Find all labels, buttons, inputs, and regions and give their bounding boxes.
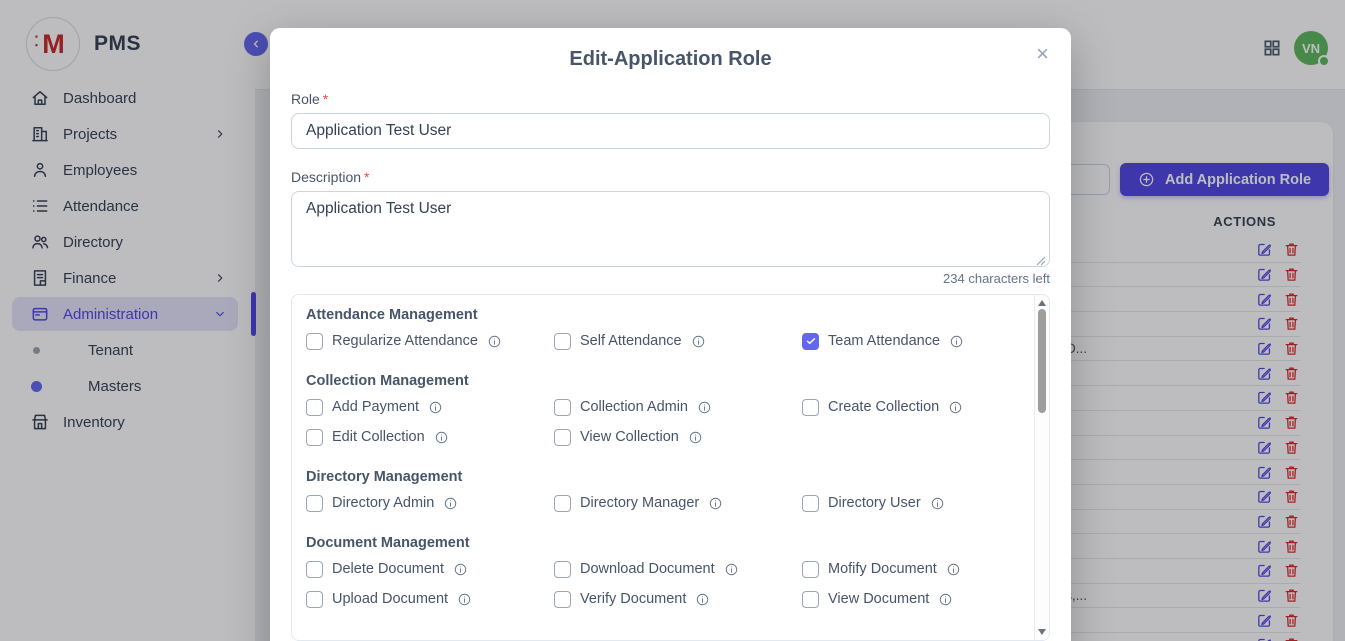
scrollbar-thumb[interactable] [1038, 309, 1046, 413]
permission-view-document[interactable]: View Document [802, 589, 1028, 609]
scroll-down-arrow-icon[interactable] [1038, 629, 1046, 635]
permission-create-collection[interactable]: Create Collection [802, 397, 1028, 417]
checkbox-unchecked[interactable] [306, 561, 323, 578]
permission-section: Collection Management Add Payment Collecti… [306, 373, 1028, 447]
permission-section: Document Management Delete Document Downlo… [306, 535, 1028, 609]
scroll-up-arrow-icon[interactable] [1038, 300, 1046, 306]
checkbox-unchecked[interactable] [306, 399, 323, 416]
edit-application-role-modal: Edit-Application Role × Role* Descriptio… [270, 28, 1071, 641]
info-icon [443, 496, 458, 511]
permission-edit-collection[interactable]: Edit Collection [306, 427, 554, 447]
info-icon [697, 400, 712, 415]
permission-label: Regularize Attendance [332, 333, 478, 349]
permission-label: Team Attendance [828, 333, 940, 349]
permission-label: Delete Document [332, 561, 444, 577]
permission-label: Mofify Document [828, 561, 937, 577]
checkbox-unchecked[interactable] [802, 561, 819, 578]
info-icon [453, 562, 468, 577]
info-icon [688, 430, 703, 445]
description-label: Description* [291, 169, 1050, 185]
permissions-box: Attendance Management Regularize Attendan… [291, 294, 1050, 641]
permission-directory-admin[interactable]: Directory Admin [306, 493, 554, 513]
permission-mofify-document[interactable]: Mofify Document [802, 559, 1028, 579]
permission-label: Verify Document [580, 591, 686, 607]
description-textarea[interactable] [291, 191, 1050, 267]
permission-label: View Document [828, 591, 929, 607]
permission-section: Attendance Management Regularize Attendan… [306, 307, 1028, 351]
permission-label: Directory Admin [332, 495, 434, 511]
permission-delete-document[interactable]: Delete Document [306, 559, 554, 579]
required-asterisk: * [323, 91, 328, 107]
permission-label: Directory Manager [580, 495, 699, 511]
info-icon [434, 430, 449, 445]
info-icon [948, 400, 963, 415]
app-root: M PMS DashboardProjectsEmployeesAttendan… [0, 0, 1345, 641]
role-input[interactable] [291, 113, 1050, 149]
permission-view-collection[interactable]: View Collection [554, 427, 802, 447]
characters-left-counter: 234 characters left [291, 271, 1050, 286]
role-label: Role* [291, 91, 1050, 107]
info-icon [691, 334, 706, 349]
checkbox-unchecked[interactable] [554, 429, 571, 446]
permission-label: Upload Document [332, 591, 448, 607]
checkbox-unchecked[interactable] [554, 495, 571, 512]
permission-label: Collection Admin [580, 399, 688, 415]
info-icon [949, 334, 964, 349]
permission-label: Create Collection [828, 399, 939, 415]
permission-label: Self Attendance [580, 333, 682, 349]
checkbox-unchecked[interactable] [802, 591, 819, 608]
info-icon [457, 592, 472, 607]
permission-label: View Collection [580, 429, 679, 445]
permission-verify-document[interactable]: Verify Document [554, 589, 802, 609]
info-icon [695, 592, 710, 607]
close-icon[interactable]: × [1030, 37, 1055, 71]
info-icon [946, 562, 961, 577]
permission-label: Edit Collection [332, 429, 425, 445]
check-icon [805, 335, 817, 347]
permission-label: Directory User [828, 495, 921, 511]
info-icon [487, 334, 502, 349]
permission-directory-manager[interactable]: Directory Manager [554, 493, 802, 513]
permission-self-attendance[interactable]: Self Attendance [554, 331, 802, 351]
checkbox-unchecked[interactable] [306, 591, 323, 608]
checkbox-unchecked[interactable] [554, 333, 571, 350]
permissions-scrollbar[interactable] [1034, 295, 1049, 640]
permission-section-title: Collection Management [306, 373, 1028, 389]
permissions-list: Attendance Management Regularize Attendan… [292, 295, 1034, 640]
permission-download-document[interactable]: Download Document [554, 559, 802, 579]
permission-section-title: Document Management [306, 535, 1028, 551]
checkbox-unchecked[interactable] [306, 429, 323, 446]
checkbox-checked[interactable] [802, 333, 819, 350]
permission-label: Download Document [580, 561, 715, 577]
permission-regularize-attendance[interactable]: Regularize Attendance [306, 331, 554, 351]
resize-handle-icon[interactable] [1036, 253, 1046, 263]
permission-label: Add Payment [332, 399, 419, 415]
info-icon [708, 496, 723, 511]
checkbox-unchecked[interactable] [802, 495, 819, 512]
info-icon [428, 400, 443, 415]
permission-upload-document[interactable]: Upload Document [306, 589, 554, 609]
info-icon [938, 592, 953, 607]
checkbox-unchecked[interactable] [306, 495, 323, 512]
checkbox-unchecked[interactable] [554, 591, 571, 608]
modal-title: Edit-Application Role [270, 28, 1071, 71]
permission-directory-user[interactable]: Directory User [802, 493, 1028, 513]
permission-collection-admin[interactable]: Collection Admin [554, 397, 802, 417]
required-asterisk: * [364, 169, 369, 185]
checkbox-unchecked[interactable] [306, 333, 323, 350]
permission-add-payment[interactable]: Add Payment [306, 397, 554, 417]
checkbox-unchecked[interactable] [554, 561, 571, 578]
info-icon [724, 562, 739, 577]
checkbox-unchecked[interactable] [554, 399, 571, 416]
permission-section: Directory Management Directory Admin Direc… [306, 469, 1028, 513]
checkbox-unchecked[interactable] [802, 399, 819, 416]
info-icon [930, 496, 945, 511]
permission-section-title: Directory Management [306, 469, 1028, 485]
permission-team-attendance[interactable]: Team Attendance [802, 331, 1028, 351]
permission-section-title: Attendance Management [306, 307, 1028, 323]
